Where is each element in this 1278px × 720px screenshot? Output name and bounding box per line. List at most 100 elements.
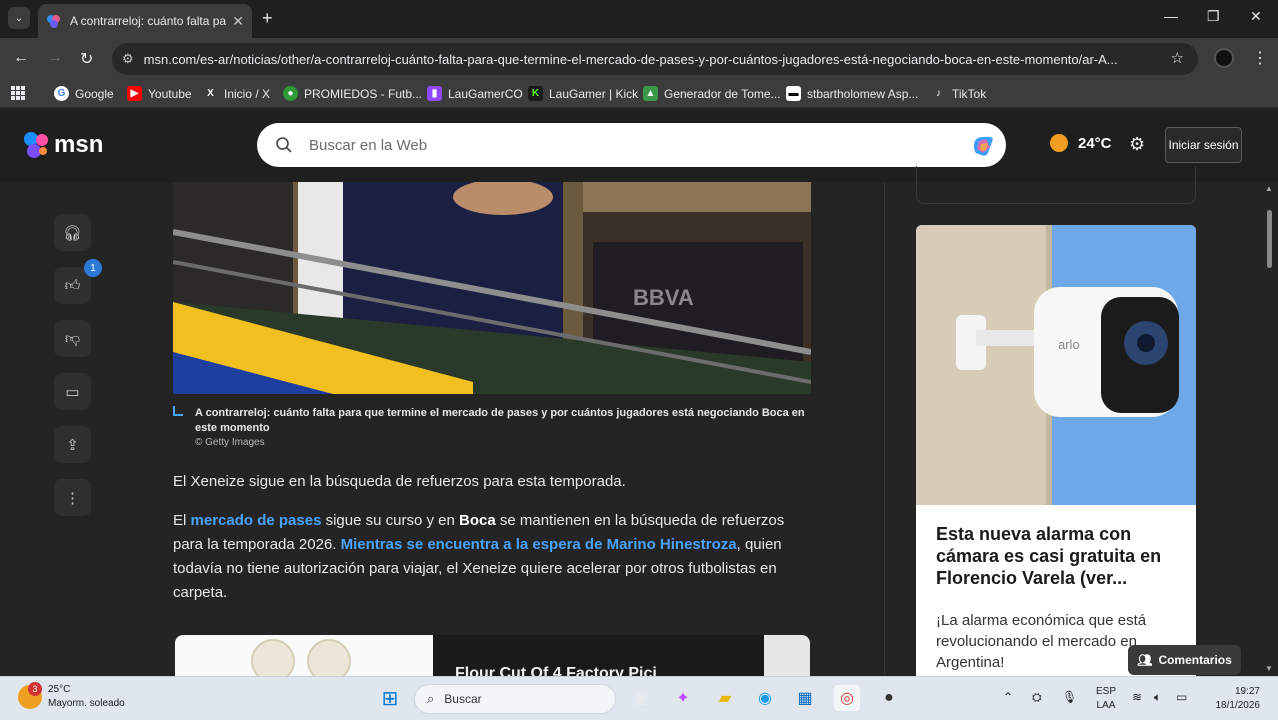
windows-taskbar: 3 25°C Mayorm. soleado ⊞ ⌕ Buscar ▣ ✦ ▰ … xyxy=(0,676,1278,720)
clock-time: 19:27 xyxy=(1234,686,1260,697)
wifi-icon[interactable]: ≋ xyxy=(1132,690,1142,704)
kick-icon: K xyxy=(528,86,543,101)
profile-avatar[interactable] xyxy=(1214,48,1234,68)
school-icon: ▬ xyxy=(786,86,801,101)
site-info-icon[interactable]: ⚙ xyxy=(122,51,134,67)
volume-icon[interactable]: 🔈︎ xyxy=(1154,690,1161,705)
signin-button[interactable]: Iniciar sesión xyxy=(1165,127,1242,163)
scroll-down-icon[interactable]: ▼ xyxy=(1265,664,1273,673)
task-view-icon[interactable]: ▣ xyxy=(628,685,654,711)
ad-title: Flour Cut Of 4 Factory Pici xyxy=(455,665,657,676)
bookmark-twitch[interactable]: ▮ LauGamerCO xyxy=(427,86,523,101)
chrome-icon[interactable]: ◎ xyxy=(834,685,860,711)
weather-sun-icon: 3 xyxy=(18,682,42,709)
comments-button[interactable]: 👥︎ Comentarios xyxy=(1128,645,1241,675)
listen-button[interactable]: 🎧︎ xyxy=(54,214,91,251)
copilot-icon[interactable] xyxy=(970,133,996,159)
security-camera-image: arlo xyxy=(916,225,1196,505)
weather-widget[interactable]: 24°C xyxy=(1050,134,1112,152)
inline-ad-card[interactable]: Flour Cut Of 4 Factory Pici xyxy=(175,635,810,676)
link-mercado-de-pases[interactable]: mercado de pases xyxy=(191,512,322,529)
text-run: El xyxy=(173,512,191,529)
dislike-button[interactable]: 👎︎ xyxy=(54,320,91,357)
taskbar-weather[interactable]: 3 25°C Mayorm. soleado xyxy=(18,682,125,711)
bookmark-label: TikTok xyxy=(952,86,987,101)
scrollbar-thumb[interactable] xyxy=(1267,210,1272,268)
store-icon[interactable]: ▦ xyxy=(792,685,818,711)
share-icon: ⇪ xyxy=(66,436,79,454)
settings-gear-icon[interactable]: ⚙ xyxy=(1129,134,1145,155)
text-run: sigue su curso y en xyxy=(321,512,459,529)
rail-top-card xyxy=(916,166,1196,204)
active-tab[interactable]: A contrarreloj: cuánto falta para ✕ xyxy=(38,4,252,38)
bookmark-promiedos[interactable]: ● PROMIEDOS - Futb... xyxy=(283,86,422,101)
scroll-up-icon[interactable]: ▲ xyxy=(1265,184,1273,193)
headphones-icon: 🎧︎ xyxy=(62,224,83,242)
back-icon[interactable]: ← xyxy=(13,49,29,67)
file-explorer-icon[interactable]: ▰ xyxy=(712,685,738,711)
microphone-icon[interactable]: 🎙︎ xyxy=(1062,690,1077,704)
browser-title-bar: ⌄ A contrarreloj: cuánto falta para ✕ + … xyxy=(0,0,1278,38)
bookmark-label: Google xyxy=(75,86,114,101)
taskbar-clock[interactable]: 19:27 18/1/2026 xyxy=(1200,685,1261,713)
reload-icon[interactable]: ↻ xyxy=(80,49,93,69)
bookmark-x[interactable]: X Inicio / X xyxy=(203,86,270,101)
tray-expand-icon[interactable]: ⌃ xyxy=(1003,690,1013,704)
bookmark-youtube[interactable]: ▶ Youtube xyxy=(127,86,192,101)
like-button[interactable]: 👍︎ 1 xyxy=(54,259,102,304)
sun-icon xyxy=(1050,134,1068,152)
tab-search-button[interactable]: ⌄ xyxy=(8,7,30,29)
minimize-icon[interactable]: — xyxy=(1164,8,1178,24)
browser-menu-icon[interactable]: ⋮ xyxy=(1252,48,1268,68)
bookmark-stbartholomew[interactable]: ▬ stbartholomew Asp... xyxy=(786,86,918,101)
youtube-icon: ▶ xyxy=(127,86,142,101)
tray-app-icon[interactable]: ⛭ xyxy=(1032,690,1042,705)
battery-icon[interactable]: ▭ xyxy=(1176,690,1187,704)
x-icon: X xyxy=(207,88,214,99)
url-text: msn.com/es-ar/noticias/other/a-contrarre… xyxy=(143,51,1118,67)
share-button[interactable]: ⇪ xyxy=(54,426,91,463)
comment-button[interactable]: ▭ xyxy=(54,373,91,410)
photo-credit: © Getty Images xyxy=(195,437,265,448)
edge-icon[interactable]: ◉ xyxy=(752,685,778,711)
bookmark-tiktok[interactable]: ♪ TikTok xyxy=(931,86,986,101)
msn-butterfly-icon xyxy=(24,132,48,158)
copilot-taskbar-icon[interactable]: ✦ xyxy=(670,685,696,711)
taskbar-temp: 25°C xyxy=(48,684,71,695)
apps-icon[interactable] xyxy=(11,86,25,100)
bookmark-label: Inicio / X xyxy=(224,86,271,101)
new-tab-button[interactable]: + xyxy=(262,8,273,29)
bookmark-google[interactable]: G Google xyxy=(54,86,114,101)
bookmark-generador[interactable]: ▲ Generador de Tome... xyxy=(643,86,781,101)
bookmark-kick[interactable]: K LauGamer | Kick xyxy=(528,86,638,101)
start-icon[interactable]: ⊞ xyxy=(377,685,403,711)
browser-toolbar: ← → ↻ ⚙ msn.com/es-ar/noticias/other/a-c… xyxy=(0,38,1278,80)
photo-caption: A contrarreloj: cuánto falta para que te… xyxy=(195,407,805,434)
restore-icon[interactable]: ❐ xyxy=(1207,8,1220,25)
forward-icon[interactable]: → xyxy=(47,49,63,67)
weather-badge: 3 xyxy=(28,682,42,696)
search-icon: ⌕ xyxy=(427,691,435,706)
ad-product-image xyxy=(307,639,351,676)
rail-ad-card[interactable]: arlo Esta nueva alarma con cámara es cas… xyxy=(916,225,1196,676)
language-indicator[interactable]: ESP LAA xyxy=(1096,685,1116,713)
rail-divider xyxy=(884,182,885,676)
page-scrollbar[interactable]: ▲ ▼ xyxy=(1265,184,1274,676)
article-paragraph-2: El mercado de pases sigue su curso y en … xyxy=(173,509,813,605)
address-bar[interactable]: ⚙ msn.com/es-ar/noticias/other/a-contrar… xyxy=(112,43,1198,75)
bookmark-star-icon[interactable]: ☆ xyxy=(1171,49,1184,67)
web-search-box[interactable]: Buscar en la Web xyxy=(257,123,1006,167)
trophy-icon: ▲ xyxy=(643,86,658,101)
taskbar-search[interactable]: ⌕ Buscar xyxy=(414,684,616,714)
taskbar-search-label: Buscar xyxy=(444,692,482,706)
bookmark-label: stbartholomew Asp... xyxy=(807,86,919,101)
twitch-icon: ▮ xyxy=(427,86,442,101)
msn-page: msn Buscar en la Web 24°C ⚙ Iniciar sesi… xyxy=(0,108,1278,676)
link-marino-hinestroza[interactable]: Mientras se encuentra a la espera de Mar… xyxy=(341,536,737,553)
bold-boca: Boca xyxy=(459,512,496,529)
msn-logo[interactable]: msn xyxy=(22,130,103,160)
app-icon[interactable]: ● xyxy=(876,685,902,711)
close-window-icon[interactable]: ✕ xyxy=(1250,8,1262,25)
more-options-button[interactable]: ⋮ xyxy=(54,479,91,516)
close-tab-icon[interactable]: ✕ xyxy=(232,13,244,30)
